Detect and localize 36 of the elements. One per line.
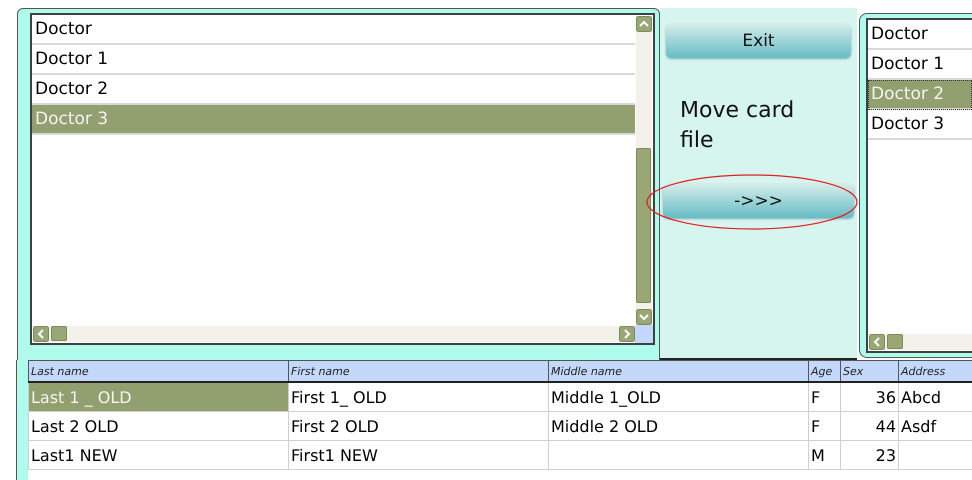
list-item[interactable]: Doctor [868, 20, 972, 50]
scrollbar-thumb[interactable] [887, 334, 903, 349]
table-cell: Middle 2 OLD [548, 412, 808, 440]
move-caption: Move card file [680, 97, 796, 155]
table-cell: Last1 NEW [28, 440, 288, 470]
column-header[interactable]: Age [808, 360, 840, 382]
table-cell: First1 NEW [288, 440, 548, 470]
move-button[interactable]: ->>> [663, 184, 854, 218]
table-cell: M [808, 440, 840, 470]
table-cell: 44 [840, 412, 898, 440]
column-header[interactable]: Middle name [548, 360, 808, 382]
table-cell: First 1_ OLD [288, 382, 548, 412]
column-header[interactable]: Sex [840, 360, 898, 382]
column-header[interactable]: Address [898, 360, 972, 382]
list-item[interactable]: Doctor 1 [32, 45, 635, 75]
table-cell: F [808, 412, 840, 440]
scrollbar-thumb[interactable] [636, 148, 651, 303]
table-cell: 36 [840, 382, 898, 412]
list-item[interactable]: Doctor [32, 15, 635, 45]
table-cell: Last 2 OLD [28, 412, 288, 440]
exit-button[interactable]: Exit [666, 24, 851, 58]
table-cell: First 2 OLD [288, 412, 548, 440]
scroll-right-icon[interactable] [619, 326, 635, 342]
table-cell: F [808, 382, 840, 412]
scrollbar-thumb[interactable] [51, 326, 67, 341]
table-cell: 23 [840, 440, 898, 470]
column-header[interactable]: First name [288, 360, 548, 382]
scroll-left-icon[interactable] [869, 334, 885, 350]
scroll-up-icon[interactable] [636, 16, 652, 32]
table-cell: Middle 1_OLD [548, 382, 808, 412]
scrollbar-corner [635, 325, 653, 343]
scroll-left-icon[interactable] [33, 326, 49, 342]
scroll-down-icon[interactable] [636, 309, 652, 325]
column-header[interactable]: Last name [28, 360, 288, 382]
table-cell: Last 1 _ OLD [28, 382, 288, 412]
list-item[interactable]: Doctor 3 [868, 110, 972, 140]
